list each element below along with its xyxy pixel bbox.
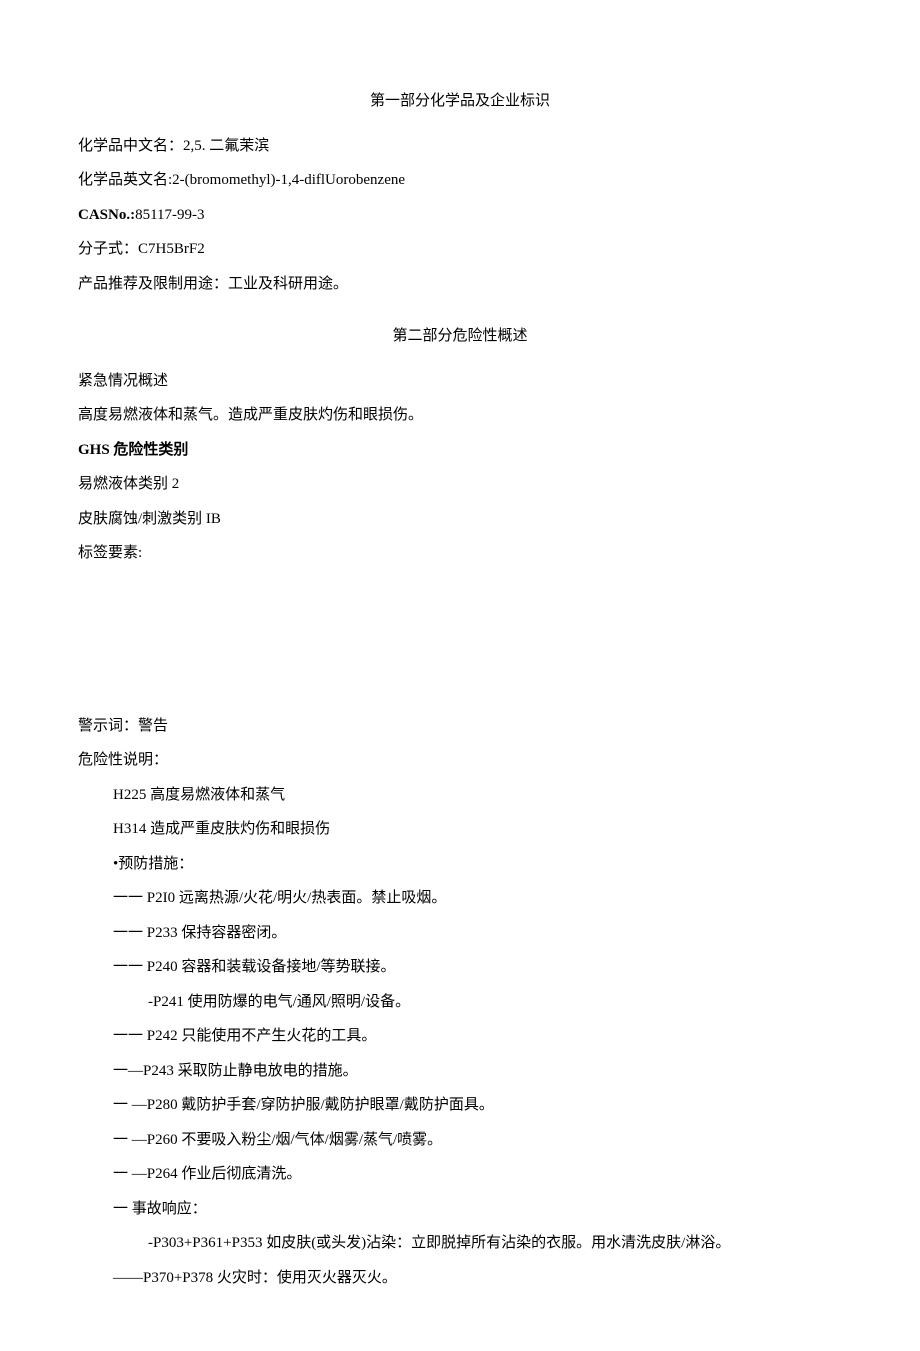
p242: 一一 P242 只能使用不产生火花的工具。 xyxy=(78,1025,842,1048)
ghs-cat2: 皮肤腐蚀/刺激类别 IB xyxy=(78,508,842,531)
formula-value: C7H5BrF2 xyxy=(138,241,205,257)
cas-label: CASNo.: xyxy=(78,207,135,223)
p241: -P241 使用防爆的电气/通风/照明/设备。 xyxy=(78,991,842,1014)
usage-value: 工业及科研用途。 xyxy=(228,276,348,292)
chemical-name-en-label: 化学品英文名: xyxy=(78,172,172,188)
emergency-text: 高度易燃液体和蒸气。造成严重皮肤灼伤和眼损伤。 xyxy=(78,404,842,427)
p243: 一—P243 采取防止静电放电的措施。 xyxy=(78,1060,842,1083)
signal-label: 警示词： xyxy=(78,718,138,734)
prevention-label: •预防措施： xyxy=(78,853,842,876)
cas-line: CASNo.:85117-99-3 xyxy=(78,204,842,227)
formula-label: 分子式： xyxy=(78,241,138,257)
section1-heading: 第一部分化学品及企业标识 xyxy=(78,90,842,113)
p233: 一一 P233 保持容器密闭。 xyxy=(78,922,842,945)
p264: 一 —P264 作业后彻底清洗。 xyxy=(78,1163,842,1186)
hazard-label: 危险性说明： xyxy=(78,749,842,772)
p303: -P303+P361+P353 如皮肤(或头发)沾染：立即脱掉所有沾染的衣服。用… xyxy=(78,1232,842,1255)
chemical-name-en-line: 化学品英文名:2-(bromomethyl)-1,4-diflUorobenze… xyxy=(78,169,842,192)
signal-value: 警告 xyxy=(138,718,168,734)
response-label: 一 事故响应： xyxy=(78,1198,842,1221)
chemical-name-en-value: 2-(bromomethyl)-1,4-diflUorobenzene xyxy=(172,172,405,188)
usage-line: 产品推荐及限制用途：工业及科研用途。 xyxy=(78,273,842,296)
formula-line: 分子式：C7H5BrF2 xyxy=(78,238,842,261)
label-elements: 标签要素: xyxy=(78,542,842,565)
p240: 一一 P240 容器和装载设备接地/等势联接。 xyxy=(78,956,842,979)
cas-value: 85117-99-3 xyxy=(135,207,204,223)
chemical-name-cn-value: 2,5. 二氟茉滨 xyxy=(183,138,269,154)
chemical-name-cn-label: 化学品中文名： xyxy=(78,138,183,154)
h225: H225 高度易燃液体和蒸气 xyxy=(78,784,842,807)
signal-line: 警示词：警告 xyxy=(78,715,842,738)
section2-heading: 第二部分危险性概述 xyxy=(78,325,842,348)
p370: ——P370+P378 火灾时：使用灭火器灭火。 xyxy=(78,1267,842,1290)
ghs-label: GHS 危险性类别 xyxy=(78,439,842,462)
usage-label: 产品推荐及限制用途： xyxy=(78,276,228,292)
ghs-cat1: 易燃液体类别 2 xyxy=(78,473,842,496)
chemical-name-cn-line: 化学品中文名：2,5. 二氟茉滨 xyxy=(78,135,842,158)
p260: 一 —P260 不要吸入粉尘/烟/气体/烟雾/蒸气/喷雾。 xyxy=(78,1129,842,1152)
p210: 一一 P2I0 远离热源/火花/明火/热表面。禁止吸烟。 xyxy=(78,887,842,910)
emergency-label: 紧急情况概述 xyxy=(78,370,842,393)
h314: H314 造成严重皮肤灼伤和眼损伤 xyxy=(78,818,842,841)
p280: 一 —P280 戴防护手套/穿防护服/戴防护眼罩/戴防护面具。 xyxy=(78,1094,842,1117)
